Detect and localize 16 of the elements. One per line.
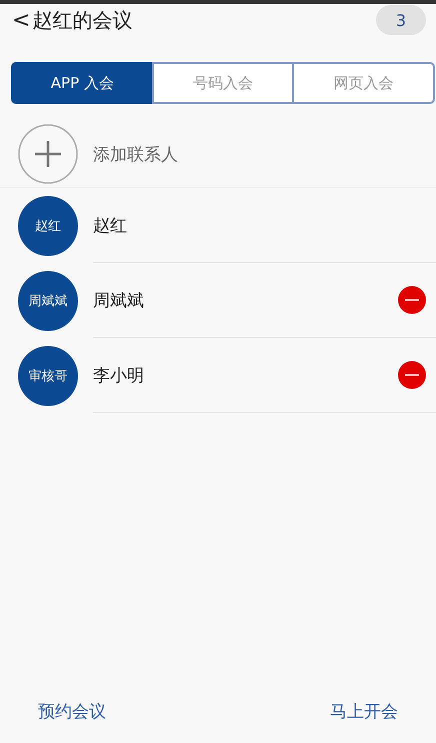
remove-icon[interactable] — [398, 361, 426, 389]
avatar: 赵红 — [18, 196, 78, 256]
add-contact-label[interactable]: 添加联系人 — [93, 142, 178, 166]
participant-count: 3 — [376, 5, 426, 35]
schedule-meeting-link[interactable]: 预约会议 — [38, 700, 106, 723]
avatar: 周斌斌 — [18, 270, 78, 330]
remove-icon[interactable] — [398, 286, 426, 314]
participant-name: 周斌斌 — [93, 290, 145, 312]
start-meeting-link[interactable]: 马上开会 — [330, 700, 398, 723]
join-mode-tab[interactable]: APP 入会 — [11, 62, 154, 104]
page-title: 赵红的会议 — [32, 6, 134, 34]
participant-name: 赵红 — [93, 214, 128, 236]
participant-name: 李小明 — [93, 364, 145, 386]
avatar: 审核哥 — [18, 346, 78, 406]
back-button[interactable]: < — [12, 8, 30, 32]
add-icon[interactable] — [18, 124, 78, 184]
